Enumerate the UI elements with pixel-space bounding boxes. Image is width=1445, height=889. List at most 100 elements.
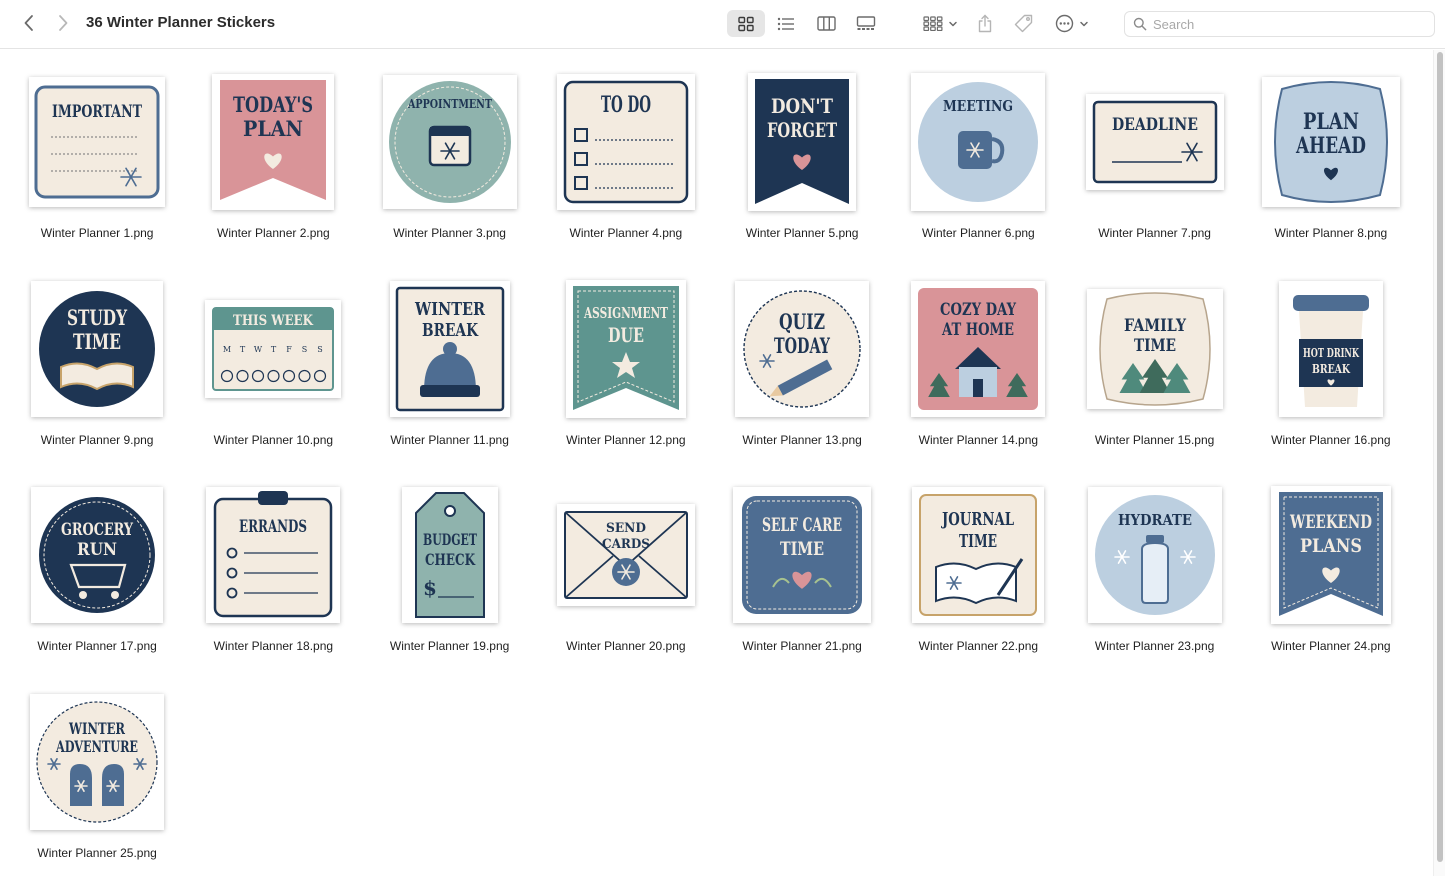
file-item[interactable]: BUDGET CHECK $ Winter Planner 19.png: [362, 475, 538, 682]
file-item[interactable]: JOURNAL TIME Winter Planner 22.png: [890, 475, 1066, 682]
file-name-label[interactable]: Winter Planner 7.png: [1098, 226, 1211, 240]
file-name-label[interactable]: Winter Planner 9.png: [41, 433, 154, 447]
chevron-right-icon[interactable]: [52, 11, 74, 35]
file-thumbnail[interactable]: WINTER BREAK: [362, 269, 538, 429]
file-item[interactable]: IMPORTANT Winter Planner 1.png: [9, 62, 185, 269]
file-name-label[interactable]: Winter Planner 10.png: [214, 433, 333, 447]
search-input[interactable]: [1153, 16, 1423, 32]
file-item[interactable]: PLAN AHEAD Winter Planner 8.png: [1243, 62, 1419, 269]
ellipsis-circle-icon: [1055, 14, 1074, 33]
file-thumbnail[interactable]: IMPORTANT: [9, 62, 185, 222]
sticker-text: WINTER: [68, 719, 125, 738]
file-name-label[interactable]: Winter Planner 3.png: [393, 226, 506, 240]
file-thumbnail[interactable]: HYDRATE: [1067, 475, 1243, 635]
file-thumbnail[interactable]: GROCERY RUN: [9, 475, 185, 635]
file-thumbnail[interactable]: STUDY TIME: [9, 269, 185, 429]
file-item[interactable]: COZY DAY AT HOME Winter Planner 14.png: [890, 269, 1066, 476]
file-name-label[interactable]: Winter Planner 12.png: [566, 433, 685, 447]
window-title: 36 Winter Planner Stickers: [86, 14, 276, 31]
file-item[interactable]: MEETING Winter Planner 6.png: [890, 62, 1066, 269]
file-name-label[interactable]: Winter Planner 11.png: [390, 433, 509, 447]
file-item[interactable]: HOT DRINK BREAK Winter Planner 16.png: [1243, 269, 1419, 476]
vertical-scrollbar[interactable]: [1433, 50, 1445, 876]
file-thumbnail[interactable]: COZY DAY AT HOME: [890, 269, 1066, 429]
sticker-text: TO DO: [601, 92, 651, 118]
file-thumbnail[interactable]: JOURNAL TIME: [890, 475, 1066, 635]
file-thumbnail[interactable]: THIS WEEK M T W T F S S: [185, 269, 361, 429]
file-name-label[interactable]: Winter Planner 18.png: [214, 639, 333, 653]
file-name-label[interactable]: Winter Planner 13.png: [742, 433, 861, 447]
file-name-label[interactable]: Winter Planner 16.png: [1271, 433, 1390, 447]
file-name-label[interactable]: Winter Planner 4.png: [570, 226, 683, 240]
file-item[interactable]: GROCERY RUN Winter Planner 17.png: [9, 475, 185, 682]
file-name-label[interactable]: Winter Planner 14.png: [919, 433, 1038, 447]
file-item[interactable]: DON'T FORGET Winter Planner 5.png: [714, 62, 890, 269]
file-item[interactable]: SELF CARE TIME Winter Planner 21.png: [714, 475, 890, 682]
file-name-label[interactable]: Winter Planner 1.png: [41, 226, 154, 240]
file-name-label[interactable]: Winter Planner 8.png: [1275, 226, 1388, 240]
gallery-view-button[interactable]: [850, 10, 882, 37]
sticker-text: BREAK: [422, 320, 479, 341]
more-actions-menu[interactable]: [1050, 10, 1094, 37]
file-item[interactable]: ERRANDS Winter Planner 18.png: [185, 475, 361, 682]
file-name-label[interactable]: Winter Planner 15.png: [1095, 433, 1214, 447]
search-field[interactable]: [1124, 11, 1435, 37]
file-thumbnail[interactable]: ASSIGNMENT DUE: [538, 269, 714, 429]
file-name-label[interactable]: Winter Planner 21.png: [742, 639, 861, 653]
file-thumbnail[interactable]: PLAN AHEAD: [1243, 62, 1419, 222]
file-thumbnail[interactable]: FAMILY TIME: [1067, 269, 1243, 429]
file-thumbnail[interactable]: WINTER ADVENTURE: [9, 682, 185, 842]
file-thumbnail[interactable]: WEEKEND PLANS: [1243, 475, 1419, 635]
file-item[interactable]: FAMILY TIME Winter Planner 15.png: [1067, 269, 1243, 476]
weekday-label: T: [271, 345, 277, 354]
file-item[interactable]: TODAY'S PLAN Winter Planner 2.png: [185, 62, 361, 269]
file-thumbnail[interactable]: DON'T FORGET: [714, 62, 890, 222]
file-name-label[interactable]: Winter Planner 20.png: [566, 639, 685, 653]
chevron-left-icon[interactable]: [18, 11, 40, 35]
weekday-label: F: [287, 345, 293, 354]
column-view-button[interactable]: [810, 10, 842, 37]
icon-view-button[interactable]: [727, 10, 765, 37]
file-thumbnail[interactable]: SEND CARDS: [538, 475, 714, 635]
sticker-text: IMPORTANT: [52, 102, 142, 122]
file-thumbnail[interactable]: HOT DRINK BREAK: [1243, 269, 1419, 429]
file-thumbnail[interactable]: BUDGET CHECK $: [362, 475, 538, 635]
file-item[interactable]: WINTER ADVENTURE Winter Planner 25.png: [9, 682, 185, 889]
file-name-label[interactable]: Winter Planner 6.png: [922, 226, 1035, 240]
file-name-label[interactable]: Winter Planner 24.png: [1271, 639, 1390, 653]
file-item[interactable]: ASSIGNMENT DUE Winter Planner 12.png: [538, 269, 714, 476]
scrollbar-thumb[interactable]: [1437, 52, 1443, 862]
file-item[interactable]: SEND CARDS Winter Planner 20.png: [538, 475, 714, 682]
list-view-button[interactable]: [770, 10, 802, 37]
tag-button[interactable]: [1010, 10, 1036, 37]
file-thumbnail[interactable]: QUIZ TODAY: [714, 269, 890, 429]
file-item[interactable]: THIS WEEK M T W T F S S Winter Planner 10.png: [185, 269, 361, 476]
sticker-text: COZY DAY: [940, 300, 1017, 320]
file-name-label[interactable]: Winter Planner 22.png: [919, 639, 1038, 653]
file-name-label[interactable]: Winter Planner 19.png: [390, 639, 509, 653]
file-item[interactable]: WEEKEND PLANS Winter Planner 24.png: [1243, 475, 1419, 682]
sticker-text: CHECK: [425, 550, 476, 569]
group-by-menu[interactable]: [918, 10, 962, 37]
file-thumbnail[interactable]: APPOINTMENT: [362, 62, 538, 222]
file-item[interactable]: APPOINTMENT Winter Planner 3.png: [362, 62, 538, 269]
file-item[interactable]: DEADLINE Winter Planner 7.png: [1067, 62, 1243, 269]
share-button[interactable]: [972, 10, 998, 37]
file-name-label[interactable]: Winter Planner 5.png: [746, 226, 859, 240]
file-thumbnail[interactable]: TODAY'S PLAN: [185, 62, 361, 222]
file-item[interactable]: WINTER BREAK Winter Planner 11.png: [362, 269, 538, 476]
file-thumbnail[interactable]: MEETING: [890, 62, 1066, 222]
file-thumbnail[interactable]: TO DO: [538, 62, 714, 222]
file-item[interactable]: QUIZ TODAY Winter Planner 13.png: [714, 269, 890, 476]
file-name-label[interactable]: Winter Planner 2.png: [217, 226, 330, 240]
file-thumbnail[interactable]: ERRANDS: [185, 475, 361, 635]
file-name-label[interactable]: Winter Planner 23.png: [1095, 639, 1214, 653]
file-item[interactable]: HYDRATE Winter Planner 23.png: [1067, 475, 1243, 682]
file-item[interactable]: TO DO Winter Planner 4.png: [538, 62, 714, 269]
file-thumbnail[interactable]: SELF CARE TIME: [714, 475, 890, 635]
file-thumbnail[interactable]: DEADLINE: [1067, 62, 1243, 222]
column-view-icon: [816, 16, 836, 31]
file-item[interactable]: STUDY TIME Winter Planner 9.png: [9, 269, 185, 476]
file-name-label[interactable]: Winter Planner 17.png: [37, 639, 156, 653]
file-name-label[interactable]: Winter Planner 25.png: [37, 846, 156, 860]
